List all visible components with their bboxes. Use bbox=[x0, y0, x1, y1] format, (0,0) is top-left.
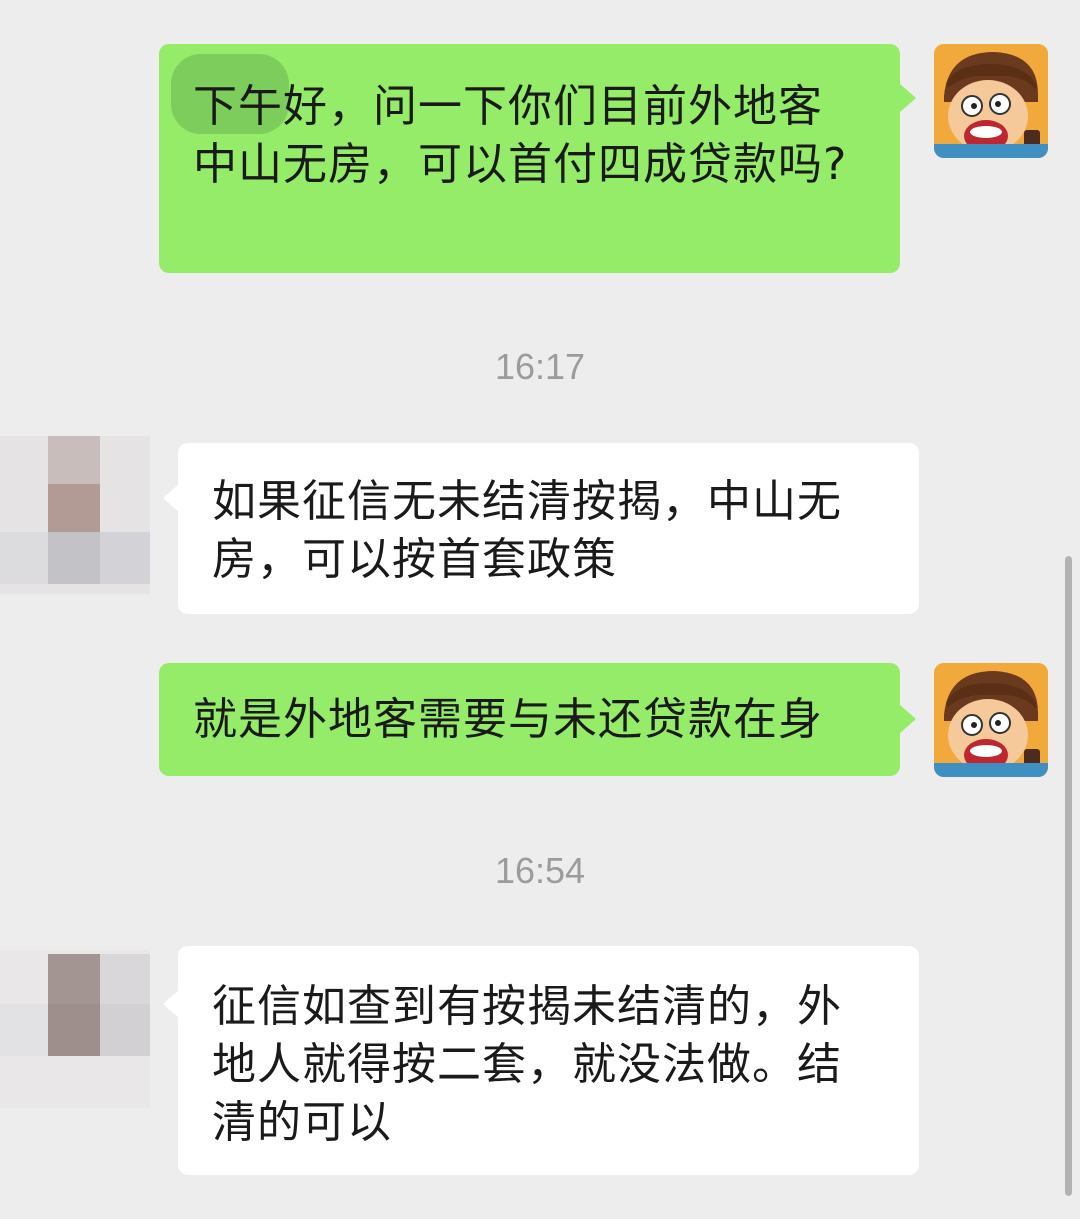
contact-avatar[interactable] bbox=[0, 950, 150, 1108]
avatar-pixel bbox=[48, 484, 100, 536]
incoming-message[interactable]: 征信如查到有按揭未结清的，外地人就得按二套，就没法做。结清的可以 bbox=[178, 946, 919, 1175]
avatar-pixel bbox=[0, 532, 48, 584]
message-text: 征信如查到有按揭未结清的，外地人就得按二套，就没法做。结清的可以 bbox=[212, 981, 842, 1148]
outgoing-message[interactable]: 就是外地客需要与未还贷款在身 bbox=[159, 663, 900, 776]
incoming-message[interactable]: 如果征信无未结清按揭，中山无房，可以按首套政策 bbox=[178, 443, 919, 614]
avatar-pixel bbox=[100, 532, 150, 584]
bubble-tail bbox=[163, 990, 179, 1018]
message-text: 就是外地客需要与未还贷款在身 bbox=[193, 694, 823, 745]
message-text: 下午好，问一下你们目前外地客中山无房，可以首付四成贷款吗? bbox=[193, 81, 848, 190]
chat-screen: { "messages": { "m1": {"sender": "self",… bbox=[0, 0, 1080, 1219]
timestamp: 16:17 bbox=[494, 346, 586, 387]
avatar-pixel bbox=[48, 436, 100, 488]
avatar-pixel bbox=[48, 532, 100, 584]
message-text: 如果征信无未结清按揭，中山无房，可以按首套政策 bbox=[212, 476, 842, 585]
self-avatar[interactable] bbox=[934, 663, 1048, 777]
bubble-tail bbox=[900, 84, 916, 112]
avatar-pixel bbox=[48, 1004, 100, 1056]
outgoing-message[interactable]: 下午好，问一下你们目前外地客中山无房，可以首付四成贷款吗? bbox=[159, 44, 900, 273]
avatar-pixel bbox=[100, 954, 150, 1006]
scrollbar[interactable] bbox=[1065, 556, 1072, 1196]
bubble-tail bbox=[900, 705, 916, 733]
bubble-tail bbox=[163, 484, 179, 512]
self-avatar[interactable] bbox=[934, 44, 1048, 158]
timestamp: 16:54 bbox=[494, 850, 586, 891]
avatar-pixel bbox=[0, 1004, 48, 1056]
cartoon-boy-icon bbox=[934, 44, 1048, 158]
avatar-pixel bbox=[100, 1004, 150, 1056]
avatar-pixel bbox=[48, 954, 100, 1006]
contact-avatar[interactable] bbox=[0, 436, 150, 594]
cartoon-boy-icon bbox=[934, 663, 1048, 777]
